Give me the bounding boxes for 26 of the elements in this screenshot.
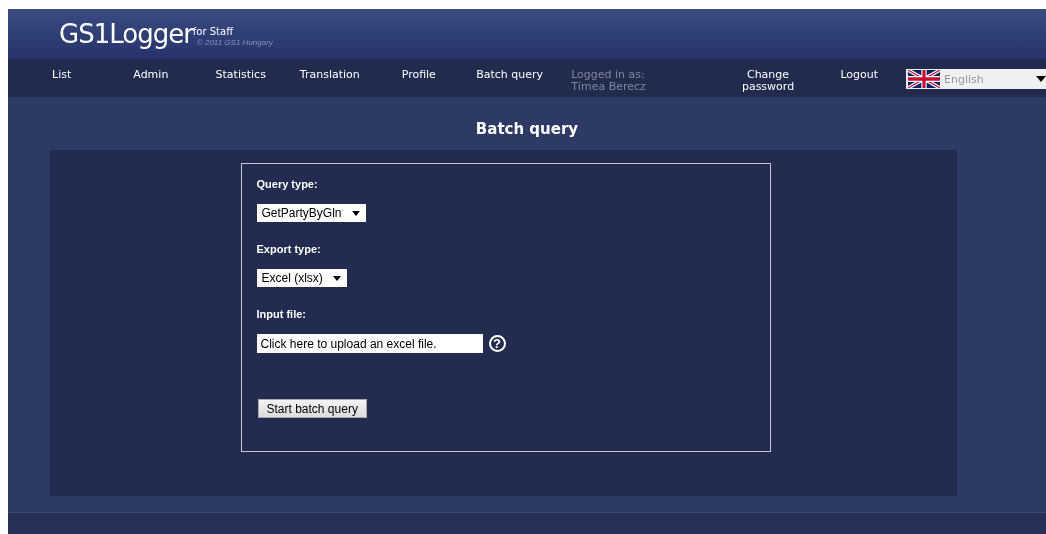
field-label: Query type: — [256, 178, 318, 192]
logo-subtitle: for Staff — [192, 26, 235, 38]
login-label: Logged in as: — [571, 69, 645, 82]
query-type-select[interactable]: GetPartyByGln — [256, 204, 366, 223]
user-name: Tímea Berecz — [571, 81, 646, 94]
nav-link[interactable]: List — [52, 69, 134, 82]
page-title: Batch query — [475, 119, 579, 141]
flag-icon — [908, 70, 940, 89]
nav-link[interactable]: Admin — [133, 69, 216, 82]
caret-icon — [332, 275, 341, 281]
nav-link[interactable]: Change password — [737, 69, 799, 94]
nav-link[interactable]: Batch query — [476, 69, 572, 82]
caret-icon — [351, 210, 360, 216]
field-label: Input file: — [256, 308, 306, 322]
nav-link[interactable]: Translation — [299, 69, 402, 82]
file-input-field[interactable]: Click here to upload an excel file. — [256, 334, 483, 354]
export-type-select[interactable]: Excel (xlsx) — [256, 269, 347, 288]
nav-link[interactable]: Statistics — [215, 69, 300, 82]
field-label: Export type: — [256, 243, 321, 257]
nav-link[interactable]: Logout — [840, 69, 906, 82]
help-icon[interactable]: ? — [488, 335, 506, 353]
copyright-text: © 2011 GS1 Hungary — [196, 38, 273, 48]
nav-link[interactable]: Profile — [401, 69, 477, 82]
caret-icon — [1036, 76, 1046, 83]
start-batch-query-button[interactable]: Start batch query — [257, 399, 367, 419]
logo-text: GS1Logger — [59, 19, 193, 50]
